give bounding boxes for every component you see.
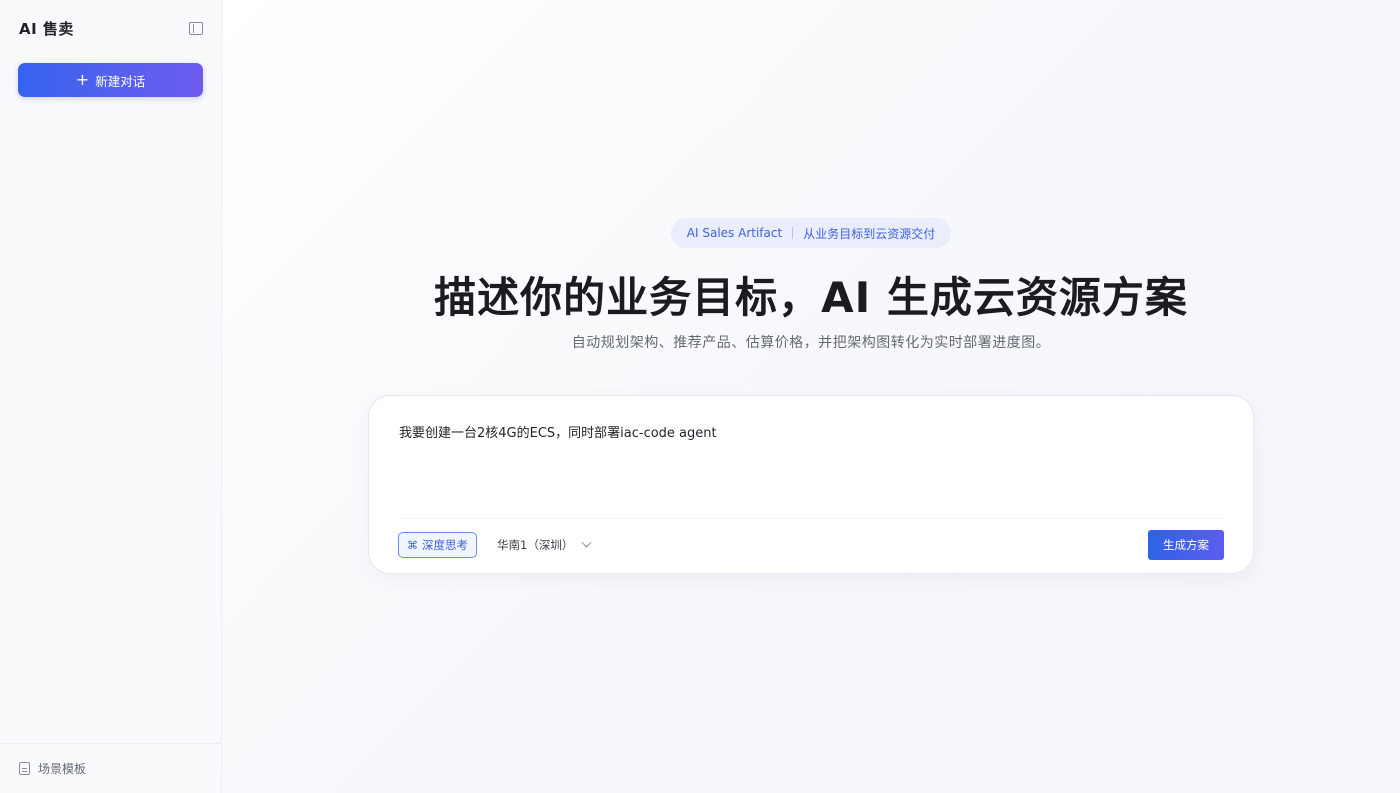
region-select[interactable]: 华南1（深圳） — [497, 532, 592, 558]
product-badge: AI Sales Artifact 从业务目标到云资源交付 — [670, 218, 952, 248]
deep-think-label: 深度思考 — [422, 538, 468, 552]
badge-divider — [792, 227, 794, 239]
prompt-input[interactable]: 我要创建一台2核4G的ECS，同时部署iac-code agent — [399, 422, 1223, 441]
app: AI 售卖 + 新建对话 场景模板 AI Sales Artifact 从业务目… — [0, 0, 1400, 793]
composer-divider — [399, 518, 1223, 519]
scene-templates-link[interactable]: 场景模板 — [0, 743, 221, 793]
atom-icon: ⌘ — [407, 538, 418, 552]
generate-plan-button[interactable]: 生成方案 — [1148, 530, 1224, 560]
hero: AI Sales Artifact 从业务目标到云资源交付 描述你的业务目标，A… — [222, 218, 1400, 352]
page-title: 描述你的业务目标，AI 生成云资源方案 — [434, 273, 1188, 322]
sidebar: AI 售卖 + 新建对话 场景模板 — [0, 0, 222, 793]
scene-templates-label: 场景模板 — [38, 762, 87, 776]
badge-tagline: 从业务目标到云资源交付 — [803, 226, 936, 241]
sidebar-header: AI 售卖 — [0, 0, 221, 56]
new-chat-label: 新建对话 — [95, 73, 146, 89]
plus-icon: + — [75, 70, 90, 89]
main-panel: AI Sales Artifact 从业务目标到云资源交付 描述你的业务目标，A… — [222, 0, 1400, 793]
new-chat-button[interactable]: + 新建对话 — [18, 63, 203, 97]
region-value: 华南1（深圳） — [497, 538, 574, 552]
deep-think-toggle[interactable]: ⌘ 深度思考 — [398, 532, 477, 558]
app-brand: AI 售卖 — [19, 19, 74, 38]
sidebar-collapse-icon[interactable] — [189, 21, 203, 35]
conversation-list — [0, 97, 221, 743]
prompt-composer: 我要创建一台2核4G的ECS，同时部署iac-code agent ⌘ 深度思考… — [368, 395, 1254, 574]
chevron-down-icon — [581, 537, 592, 548]
badge-product-name: AI Sales Artifact — [686, 226, 783, 240]
file-template-icon — [19, 762, 30, 775]
page-subtitle: 自动规划架构、推荐产品、估算价格，并把架构图转化为实时部署进度图。 — [571, 335, 1051, 351]
